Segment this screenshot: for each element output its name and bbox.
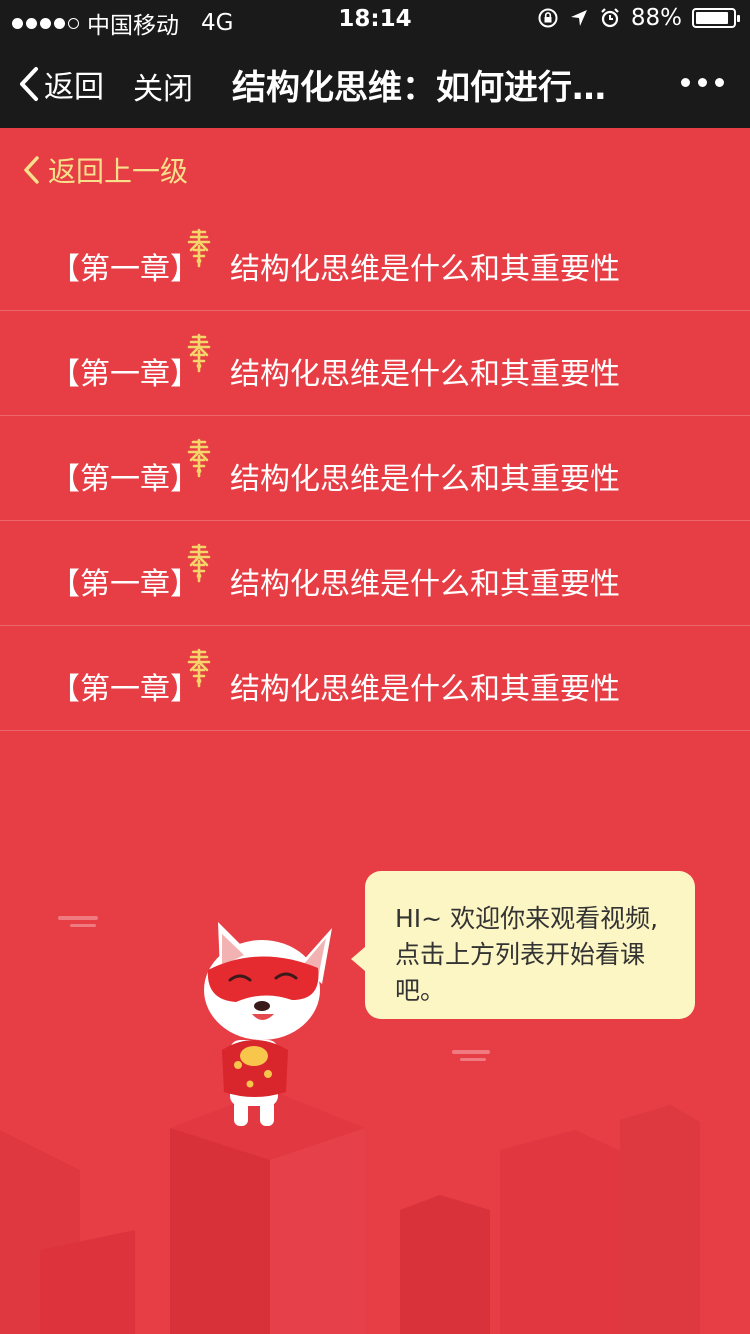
- bubble-line: 吧。: [395, 976, 446, 1005]
- chapter-tag: 【第一章】: [50, 252, 200, 287]
- speech-bubble: HI~ 欢迎你来观看视频, 点击上方列表开始看课 吧。: [351, 871, 695, 1019]
- uplevel-label: 返回上一级: [48, 155, 189, 188]
- bubble-line: HI~ 欢迎你来观看视频,: [395, 904, 659, 933]
- chapter-item[interactable]: 【第一章】 结构化思维是什么和其重要性: [0, 311, 750, 416]
- chapter-title: 结构化思维是什么和其重要性: [230, 567, 620, 602]
- chapter-title: 结构化思维是什么和其重要性: [230, 462, 620, 497]
- chapter-tag: 【第一章】: [50, 672, 200, 707]
- chapter-item[interactable]: 【第一章】 结构化思维是什么和其重要性: [0, 206, 750, 311]
- chapter-tag: 【第一章】: [50, 462, 200, 497]
- nav-back-button[interactable]: 返回: [18, 62, 104, 106]
- chapter-tag: 【第一章】: [50, 567, 200, 602]
- chevron-left-icon: [24, 156, 39, 184]
- chapter-tag: 【第一章】: [50, 357, 200, 392]
- page-title: 结构化思维：如何进行…: [232, 68, 606, 108]
- chapter-title: 结构化思维是什么和其重要性: [230, 672, 620, 707]
- chapter-item[interactable]: 【第一章】 结构化思维是什么和其重要性: [0, 626, 750, 731]
- bubble-line: 点击上方列表开始看课: [395, 940, 646, 969]
- alarm-icon: [601, 8, 619, 28]
- spring-icon: [186, 333, 212, 373]
- status-bar: 中国移动 4G 18:14 88%: [0, 0, 750, 40]
- chapter-item[interactable]: 【第一章】 结构化思维是什么和其重要性: [0, 521, 750, 626]
- spring-icon: [186, 228, 212, 268]
- battery-icon: [692, 8, 740, 28]
- status-right: 88%: [537, 5, 740, 31]
- chapter-list: 【第一章】 结构化思维是什么和其重要性 【第一章】 结构化思维是什么和其重要性 …: [0, 206, 750, 731]
- chapter-title: 结构化思维是什么和其重要性: [230, 252, 620, 287]
- back-chevron-icon: [20, 67, 38, 101]
- uplevel-link[interactable]: 返回上一级: [22, 150, 188, 190]
- chapter-item[interactable]: 【第一章】 结构化思维是什么和其重要性: [0, 416, 750, 521]
- nav-close-button[interactable]: 关闭: [133, 64, 193, 108]
- more-dots-icon[interactable]: [681, 78, 724, 87]
- mascot-dog-illustration: [204, 922, 332, 1126]
- location-arrow-icon: [570, 10, 587, 26]
- chapter-title: 结构化思维是什么和其重要性: [230, 357, 620, 392]
- spring-icon: [186, 648, 212, 688]
- nav-back-label: 返回: [44, 70, 104, 105]
- battery-percent: 88%: [630, 5, 682, 31]
- lock-rotation-icon: [538, 8, 558, 28]
- spring-icon: [186, 438, 212, 478]
- spring-icon: [186, 543, 212, 583]
- nav-bar: 返回 关闭 结构化思维：如何进行…: [0, 40, 750, 128]
